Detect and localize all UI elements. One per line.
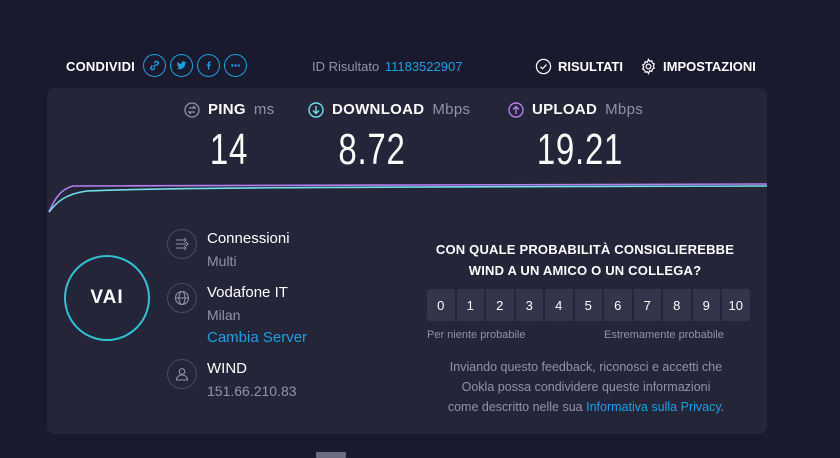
settings-button[interactable]: IMPOSTAZIONI (640, 58, 756, 75)
privacy-policy-link[interactable]: Informativa sulla Privacy (586, 400, 721, 414)
disclaimer-end: . (720, 400, 725, 414)
result-id-link[interactable]: 11183522907 (385, 59, 463, 74)
ping-value: 14 (209, 125, 249, 174)
bottom-fragment (316, 452, 346, 458)
rating-option[interactable]: 1 (456, 289, 484, 321)
upload-icon (508, 101, 524, 118)
rating-option[interactable]: 4 (545, 289, 573, 321)
more-icon[interactable] (224, 54, 247, 77)
survey-question: CON QUALE PROBABILITÀ CONSIGLIEREBBE WIN… (425, 239, 745, 281)
upload-label: UPLOAD (532, 101, 598, 118)
link-icon[interactable] (143, 54, 166, 77)
ping-metric: PING ms 14 (184, 101, 284, 172)
survey-question-line1: CON QUALE PROBABILITÀ CONSIGLIEREBBE (435, 242, 735, 257)
privacy-disclaimer: Inviando questo feedback, riconosci e ac… (419, 357, 753, 417)
download-label: DOWNLOAD (332, 101, 425, 118)
server-info: Vodafone IT Milan Cambia Server (167, 283, 307, 349)
survey-question-line2: WIND A UN AMICO O UN COLLEGA? (468, 263, 702, 278)
rating-option[interactable]: 9 (692, 289, 720, 321)
download-line (48, 185, 767, 213)
server-name: Vodafone IT (207, 284, 288, 301)
results-panel: PING ms 14 DOWNLOAD Mbps 8.72 UPLOAD Mbp… (47, 88, 767, 434)
scale-high-label: Estremamente probabile (604, 329, 724, 341)
result-id: ID Risultato 11183522907 (312, 59, 462, 74)
isp-name: WIND (207, 360, 247, 377)
disclaimer-line1: Inviando questo feedback, riconosci e ac… (449, 360, 723, 374)
disclaimer-line2: Ookla possa condividere queste informazi… (461, 380, 711, 394)
rating-option[interactable]: 3 (515, 289, 543, 321)
ping-unit: ms (253, 101, 275, 118)
download-unit: Mbps (432, 101, 471, 118)
scale-low-label: Per niente probabile (427, 329, 526, 341)
rating-option[interactable]: 7 (633, 289, 661, 321)
server-location: Milan (207, 307, 241, 323)
ping-icon (184, 101, 200, 118)
go-button[interactable]: VAI (64, 255, 150, 341)
rating-scale: 0 1 2 3 4 5 6 7 8 9 10 (427, 289, 750, 321)
results-button[interactable]: RISULTATI (535, 58, 623, 75)
ping-header: PING ms (184, 101, 284, 118)
globe-icon (167, 283, 197, 313)
isp-ip: 151.66.210.83 (207, 383, 297, 399)
user-icon (167, 359, 197, 389)
rating-option[interactable]: 8 (663, 289, 691, 321)
results-label: RISULTATI (558, 59, 623, 74)
facebook-icon[interactable] (197, 54, 220, 77)
download-icon (308, 101, 324, 118)
change-server-link[interactable]: Cambia Server (207, 327, 307, 349)
upload-header: UPLOAD Mbps (508, 101, 658, 118)
download-metric: DOWNLOAD Mbps 8.72 (308, 101, 478, 172)
gear-icon (641, 58, 656, 75)
connections-icon (167, 229, 197, 259)
rating-option[interactable]: 5 (574, 289, 602, 321)
result-id-label: ID Risultato (312, 59, 380, 74)
connections-info: Connessioni Multi (167, 229, 290, 273)
check-circle-icon (535, 58, 552, 75)
rating-option[interactable]: 10 (722, 289, 750, 321)
speed-graph (48, 183, 767, 213)
connections-title: Connessioni (207, 230, 290, 247)
share-icons (143, 54, 247, 77)
rating-option[interactable]: 6 (604, 289, 632, 321)
upload-unit: Mbps (605, 101, 644, 118)
rating-option[interactable]: 0 (427, 289, 455, 321)
ping-label: PING (208, 101, 246, 118)
upload-line (48, 183, 767, 213)
settings-label: IMPOSTAZIONI (663, 59, 756, 74)
disclaimer-line3: come descritto nelle sua (447, 400, 583, 414)
download-header: DOWNLOAD Mbps (308, 101, 478, 118)
rating-option[interactable]: 2 (486, 289, 514, 321)
isp-info: WIND 151.66.210.83 (167, 359, 297, 403)
upload-metric: UPLOAD Mbps 19.21 (508, 101, 658, 172)
download-value: 8.72 (338, 125, 406, 174)
upload-value: 19.21 (536, 125, 624, 174)
twitter-icon[interactable] (170, 54, 193, 77)
connections-value: Multi (207, 253, 237, 269)
share-label: CONDIVIDI (66, 59, 135, 74)
